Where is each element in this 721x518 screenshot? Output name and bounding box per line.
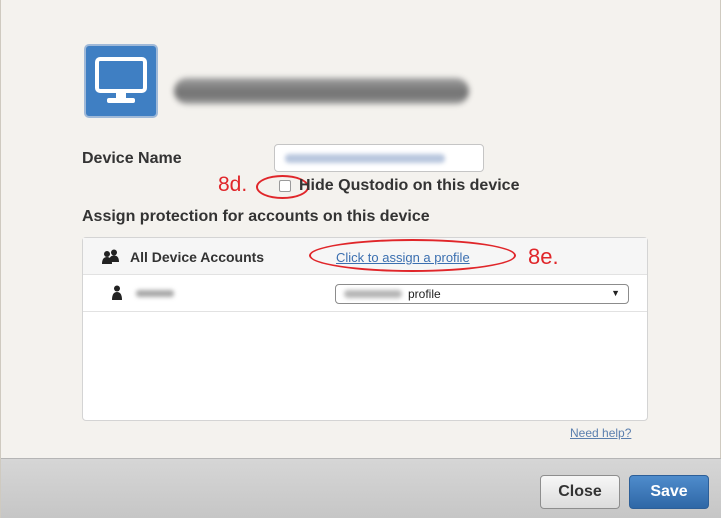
- caret-down-icon: ▼: [611, 288, 620, 298]
- need-help-link[interactable]: Need help?: [570, 426, 631, 440]
- device-name-input[interactable]: [274, 144, 484, 172]
- device-name-label: Device Name: [82, 150, 182, 167]
- profile-select[interactable]: profile ▼: [335, 284, 629, 304]
- profile-select-value: profile: [408, 287, 441, 301]
- account-row: profile ▼: [83, 275, 647, 312]
- account-name-redacted: [136, 290, 174, 297]
- annotation-8e: 8e.: [528, 244, 559, 269]
- annotation-8d: 8d.: [218, 173, 248, 196]
- dialog-footer: Close Save: [1, 458, 721, 518]
- save-button[interactable]: Save: [629, 475, 709, 509]
- close-button[interactable]: Close: [540, 475, 620, 509]
- device-title-redacted: [174, 78, 469, 104]
- hide-qustodio-label: Hide Qustodio on this device: [299, 177, 520, 194]
- all-accounts-label: All Device Accounts: [130, 249, 265, 265]
- assign-protection-heading: Assign protection for accounts on this d…: [82, 208, 430, 225]
- device-name-redacted-value: [285, 154, 445, 163]
- edit-device-dialog: Device Name 8d. Hide Qustodio on this de…: [0, 0, 721, 518]
- hide-qustodio-checkbox[interactable]: [279, 180, 291, 192]
- annotation-circle-assign-link: [309, 239, 516, 272]
- users-icon: [102, 249, 119, 264]
- profile-name-redacted: [344, 290, 402, 298]
- user-icon: [112, 285, 122, 300]
- monitor-icon: [84, 44, 158, 118]
